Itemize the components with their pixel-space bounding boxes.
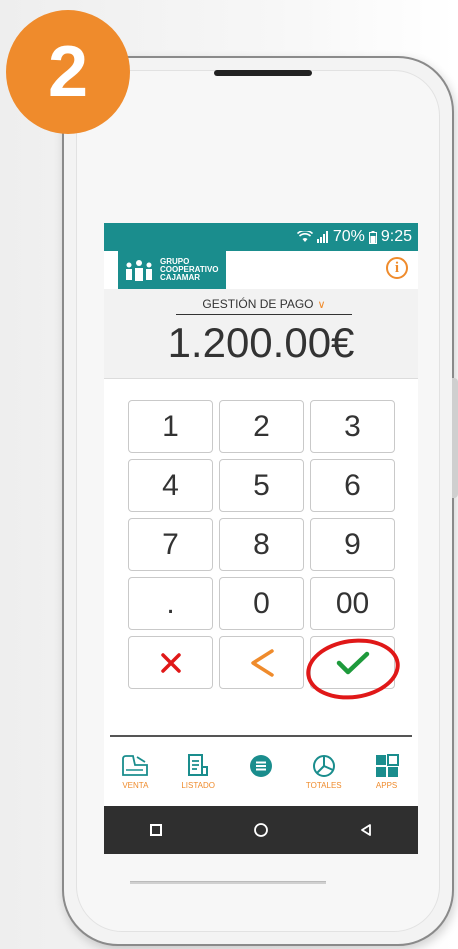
step-number-badge: 2 xyxy=(6,10,130,134)
logo-figures-icon xyxy=(126,260,152,281)
nav-divider xyxy=(110,735,412,737)
clock: 9:25 xyxy=(380,228,412,245)
logo-text: GRUPO COOPERATIVO CAJAMAR xyxy=(160,257,219,282)
android-system-bar xyxy=(104,806,418,854)
nav-label-venta: VENTA xyxy=(122,781,149,790)
info-button[interactable]: i xyxy=(386,257,408,279)
wifi-icon xyxy=(296,231,313,243)
register-icon xyxy=(122,755,149,776)
key-4[interactable]: 4 xyxy=(128,459,213,512)
key-8[interactable]: 8 xyxy=(219,518,304,571)
amount-panel: GESTIÓN DE PAGO ∨ 1.200.00€ xyxy=(104,289,418,379)
chevron-left-icon xyxy=(250,648,274,677)
signal-icon xyxy=(316,231,329,243)
nav-label-totales: TOTALES xyxy=(305,781,342,790)
home-icon[interactable] xyxy=(253,822,269,838)
phone-side-button xyxy=(452,378,458,498)
nav-item-listado[interactable]: LISTADO xyxy=(168,753,228,791)
nav-label-listado: LISTADO xyxy=(181,781,215,790)
nav-item-menu[interactable] xyxy=(231,753,291,791)
phone-speaker xyxy=(214,70,312,76)
amount-display: 1.200.00€ xyxy=(167,319,355,366)
key-1[interactable]: 1 xyxy=(128,400,213,453)
nav-label-apps: APPS xyxy=(375,781,398,790)
key-9[interactable]: 9 xyxy=(310,518,395,571)
cancel-button[interactable] xyxy=(128,636,213,689)
close-icon xyxy=(160,652,181,673)
chevron-down-icon: ∨ xyxy=(317,299,326,311)
key-7[interactable]: 7 xyxy=(128,518,213,571)
apps-icon xyxy=(375,754,399,777)
key-6[interactable]: 6 xyxy=(310,459,395,512)
phone-home-line xyxy=(130,881,326,884)
list-icon xyxy=(188,754,209,776)
menu-icon xyxy=(249,755,272,777)
bottom-nav: VENTA LISTADO TOTALES APPS xyxy=(104,753,418,805)
key-2[interactable]: 2 xyxy=(219,400,304,453)
nav-item-venta[interactable]: VENTA xyxy=(105,753,165,791)
battery-icon xyxy=(368,230,377,244)
recents-icon[interactable] xyxy=(149,823,163,837)
key-5[interactable]: 5 xyxy=(219,459,304,512)
app-header: GRUPO COOPERATIVO CAJAMAR i xyxy=(104,251,418,289)
key-00[interactable]: 00 xyxy=(310,577,395,630)
key-0[interactable]: 0 xyxy=(219,577,304,630)
nav-item-apps[interactable]: APPS xyxy=(357,753,417,791)
payment-mode-select[interactable]: GESTIÓN DE PAGO ∨ xyxy=(176,297,352,315)
payment-mode-label: GESTIÓN DE PAGO xyxy=(202,297,314,311)
pie-chart-icon xyxy=(312,755,335,777)
status-bar: 70% 9:25 xyxy=(104,223,418,251)
nav-item-totales[interactable]: TOTALES xyxy=(294,753,354,791)
backspace-button[interactable] xyxy=(219,636,304,689)
battery-percentage: 70% xyxy=(332,228,365,245)
cajamar-logo: GRUPO COOPERATIVO CAJAMAR xyxy=(118,251,226,289)
key-decimal[interactable]: . xyxy=(128,577,213,630)
key-3[interactable]: 3 xyxy=(310,400,395,453)
back-icon[interactable] xyxy=(359,823,373,837)
app-screen: 70% 9:25 GRUPO COOPERATIVO CAJAMAR i GES… xyxy=(104,223,418,854)
